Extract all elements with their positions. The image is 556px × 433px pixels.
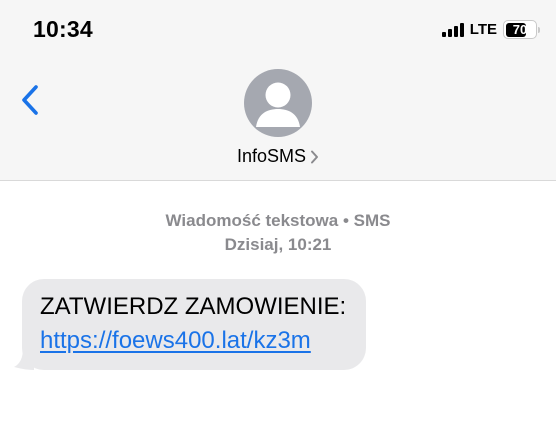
message-bubble-incoming[interactable]: ZATWIERDZ ZAMOWIENIE: https://foews400.l…: [14, 279, 367, 370]
message-link[interactable]: https://foews400.lat/kz3m: [40, 324, 346, 358]
message-text: ZATWIERDZ ZAMOWIENIE:: [40, 293, 347, 320]
status-time: 10:34: [33, 16, 93, 42]
network-label: LTE: [469, 21, 497, 38]
contact-avatar[interactable]: [244, 69, 312, 137]
person-icon: [256, 82, 300, 127]
message-bubble: ZATWIERDZ ZAMOWIENIE: https://foews400.l…: [22, 279, 367, 370]
battery-level: 70: [512, 22, 528, 37]
message-timestamp: Dzisiaj, 10:21: [224, 235, 332, 254]
contact-name-button[interactable]: InfoSMS: [0, 146, 556, 167]
conversation-header: 10:34 LTE 70 InfoSMS: [0, 0, 556, 181]
battery-icon: 70: [503, 20, 540, 39]
status-indicators: LTE 70: [441, 20, 540, 39]
contact-name: InfoSMS: [236, 146, 307, 166]
back-button[interactable]: [14, 82, 46, 118]
signal-icon: [441, 22, 464, 37]
service-label: Wiadomość tekstowa • SMS: [165, 211, 391, 230]
message-meta: Wiadomość tekstowa • SMS Dzisiaj, 10:21: [0, 209, 556, 257]
chevron-right-icon: [311, 150, 319, 163]
messages-screen: 10:34 LTE 70 InfoSMS Wiadomość tekstowa …: [0, 0, 556, 433]
chevron-left-icon: [22, 85, 38, 115]
